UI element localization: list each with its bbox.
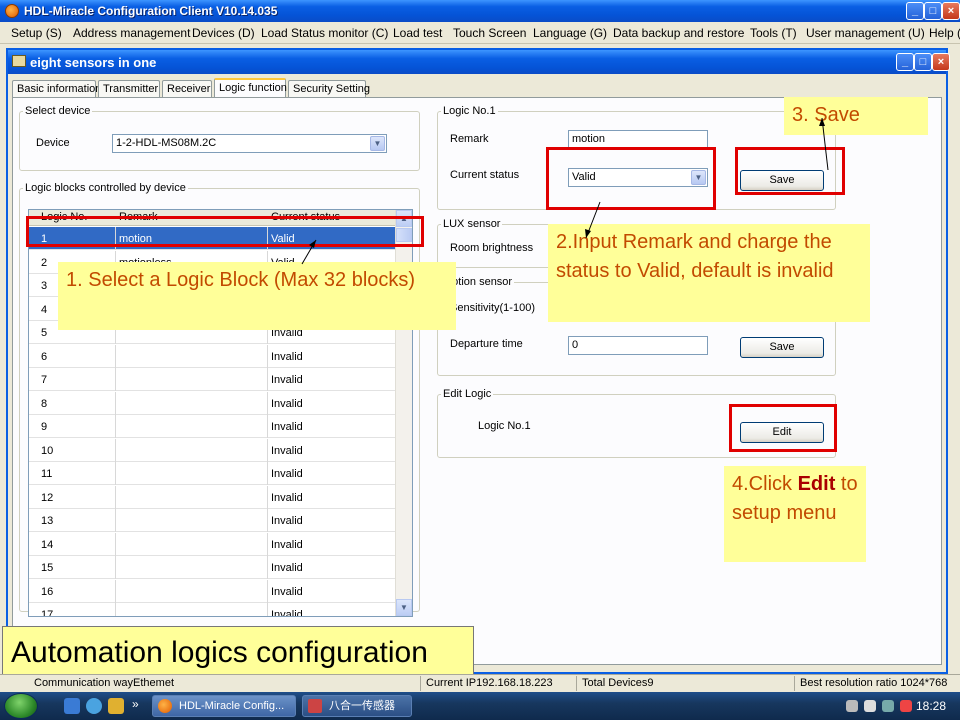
quicklaunch-chevron-icon[interactable]: » bbox=[132, 697, 139, 711]
status-communication: Communication wayEthemet bbox=[34, 677, 175, 689]
taskbar-item-hdl-miracle[interactable]: HDL-Miracle Config... bbox=[152, 695, 296, 717]
status-total-devices: Total Devices9 bbox=[582, 677, 654, 689]
arrowhead-step-3 bbox=[819, 118, 825, 126]
status-separator bbox=[576, 676, 577, 691]
taskbar-item-sensor-doc-label: 八合一传感器 bbox=[329, 700, 395, 712]
arrowhead-step-1 bbox=[309, 240, 316, 248]
status-separator bbox=[420, 676, 421, 691]
clock[interactable]: 18:28 bbox=[916, 699, 946, 713]
taskbar-item-hdl-miracle-label: HDL-Miracle Config... bbox=[179, 700, 285, 712]
status-current-ip: Current IP192.168.18.223 bbox=[426, 677, 553, 689]
security-icon[interactable] bbox=[900, 700, 912, 712]
ie-icon[interactable] bbox=[64, 698, 80, 714]
network-icon[interactable] bbox=[882, 700, 894, 712]
status-separator bbox=[794, 676, 795, 691]
status-resolution: Best resolution ratio 1024*768 bbox=[800, 677, 948, 689]
start-orb-icon[interactable] bbox=[4, 693, 38, 719]
browser-icon[interactable] bbox=[86, 698, 102, 714]
keyboard-icon[interactable] bbox=[846, 700, 858, 712]
taskbar: » HDL-Miracle Config... 八合一传感器 18:28 bbox=[0, 692, 960, 720]
document-icon bbox=[308, 699, 322, 713]
arrowhead-step-2 bbox=[585, 229, 591, 238]
annotation-arrows bbox=[301, 117, 829, 265]
folder-icon[interactable] bbox=[108, 698, 124, 714]
app-logo-icon bbox=[158, 699, 172, 713]
status-bar: Communication wayEthemet Current IP192.1… bbox=[0, 674, 960, 692]
system-tray: 18:28 bbox=[842, 692, 960, 720]
taskbar-item-sensor-doc[interactable]: 八合一传感器 bbox=[302, 695, 412, 717]
tray-arrow-icon[interactable] bbox=[864, 700, 876, 712]
